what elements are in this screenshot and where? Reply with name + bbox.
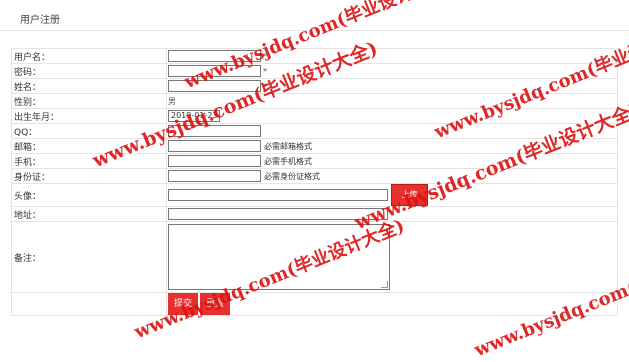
required-mark: *	[263, 66, 267, 76]
row-address: 地址：	[11, 206, 618, 222]
upload-button[interactable]: 上传	[391, 184, 428, 206]
email-input[interactable]	[168, 140, 261, 152]
avatar-path-input[interactable]	[168, 189, 388, 201]
row-phone: 手机： 必需手机格式	[11, 153, 618, 169]
required-mark: *	[263, 51, 267, 61]
label-fullname: 姓名：	[11, 78, 167, 94]
gender-select[interactable]: 男	[168, 97, 176, 106]
label-birthday: 出生年月：	[11, 108, 167, 124]
birthday-input[interactable]: 2019-01-23	[168, 110, 220, 122]
label-username: 用户名：	[11, 48, 167, 64]
email-hint: 必需邮箱格式	[264, 141, 312, 151]
password-input[interactable]	[168, 65, 261, 77]
remark-textarea[interactable]	[168, 224, 390, 290]
label-avatar: 头像：	[11, 183, 167, 207]
row-avatar: 头像： 上传	[11, 183, 618, 207]
row-actions: 提交 重置	[11, 292, 618, 316]
label-gender: 性别：	[11, 93, 167, 109]
phone-hint: 必需手机格式	[264, 156, 312, 166]
label-address: 地址：	[11, 206, 167, 222]
row-gender: 性别： 男	[11, 93, 618, 109]
row-password: 密码： *	[11, 63, 618, 79]
page-title: 用户注册	[20, 15, 60, 26]
row-remark: 备注：	[11, 221, 618, 293]
idcard-input[interactable]	[168, 170, 261, 182]
row-birthday: 出生年月： 2019-01-23	[11, 108, 618, 124]
qq-input[interactable]	[168, 125, 261, 137]
registration-form: 用户名： * 密码： * 姓名： * 性别： 男 出生年月： 2019-01-2…	[11, 48, 618, 316]
label-remark: 备注：	[11, 221, 167, 293]
row-qq: QQ：	[11, 123, 618, 139]
username-input[interactable]	[168, 50, 261, 62]
resize-grip-icon[interactable]	[381, 281, 388, 288]
address-input[interactable]	[168, 208, 388, 220]
label-idcard: 身份证：	[11, 168, 167, 184]
row-idcard: 身份证： 必需身份证格式	[11, 168, 618, 184]
page-header: 用户注册	[0, 0, 629, 31]
label-phone: 手机：	[11, 153, 167, 169]
reset-button[interactable]: 重置	[200, 293, 230, 315]
label-email: 邮箱：	[11, 138, 167, 154]
label-qq: QQ：	[11, 123, 167, 139]
phone-input[interactable]	[168, 155, 261, 167]
required-mark: *	[263, 81, 267, 91]
row-email: 邮箱： 必需邮箱格式	[11, 138, 618, 154]
submit-button[interactable]: 提交	[168, 293, 198, 315]
row-fullname: 姓名： *	[11, 78, 618, 94]
label-password: 密码：	[11, 63, 167, 79]
idcard-hint: 必需身份证格式	[264, 171, 320, 181]
fullname-input[interactable]	[168, 80, 261, 92]
row-username: 用户名： *	[11, 48, 618, 64]
